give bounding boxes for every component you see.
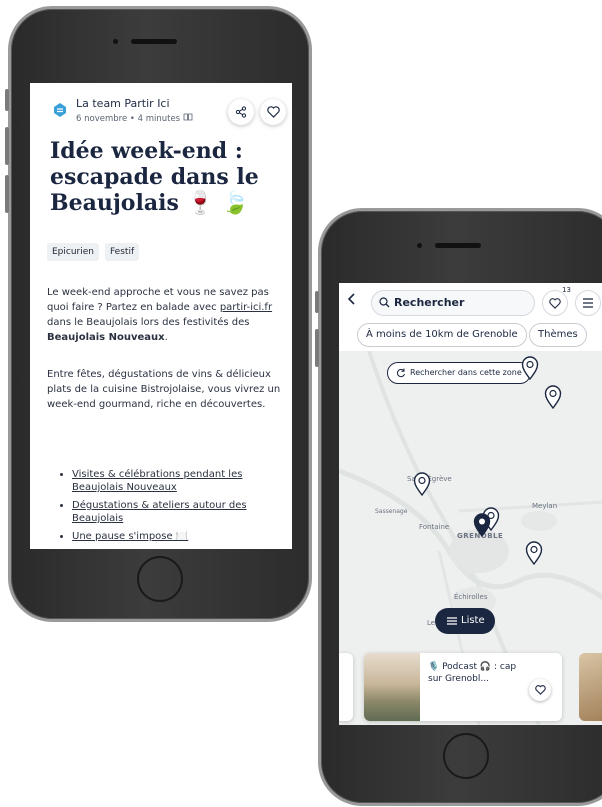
volume-down-button — [5, 175, 9, 213]
mute-switch — [315, 291, 319, 313]
card-thumbnail — [364, 653, 420, 721]
share-icon — [235, 106, 247, 118]
map-label-echirolles: Échirolles — [454, 593, 488, 601]
mute-switch — [5, 89, 9, 111]
article-date-readtime: 6 novembre • 4 minutes — [76, 114, 181, 124]
front-camera — [417, 243, 422, 248]
tag-list: Epicurien Festif — [47, 243, 140, 261]
menu-button[interactable] — [575, 290, 601, 316]
search-icon — [379, 297, 390, 308]
earpiece-speaker — [435, 243, 481, 248]
intro-text: dans le Beaujolais lors des festivités d… — [47, 317, 250, 328]
search-this-area-label: Rechercher dans cette zone — [410, 368, 522, 377]
back-button[interactable] — [347, 293, 357, 309]
tag-chip[interactable]: Festif — [105, 243, 140, 261]
map-label-sassenage: Sassenage — [375, 508, 408, 515]
phone-frame-map: Rechercher 13 À moins de 10km de Grenobl… — [315, 208, 602, 806]
map-pin-icon[interactable] — [525, 541, 543, 565]
map-label-le: Le — [427, 619, 436, 627]
favorites-count-badge: 13 — [562, 286, 571, 294]
list-view-label: Liste — [461, 615, 485, 626]
phone-frame-article: La team Partir Ici 6 novembre • 4 minute… — [5, 6, 312, 622]
tag-chip[interactable]: Epicurien — [47, 243, 99, 261]
search-this-area-button[interactable]: Rechercher dans cette zone — [387, 362, 531, 384]
refresh-icon — [396, 368, 405, 378]
search-input[interactable]: Rechercher — [371, 290, 535, 316]
home-button[interactable] — [137, 556, 183, 602]
volume-up-button — [5, 127, 9, 165]
map-pin-icon[interactable] — [544, 385, 562, 409]
result-card[interactable]: 🎙️ Podcast 🎧 : cap sur Grenobl... — [364, 653, 562, 721]
beaujolais-nouveaux-bold: Beaujolais Nouveaux — [47, 332, 165, 343]
map-view[interactable]: Rechercher dans cette zone Saint-Égrève … — [339, 351, 602, 725]
heart-icon — [549, 297, 561, 309]
home-button[interactable] — [443, 733, 489, 779]
highlight-link[interactable]: Une pause s'impose 🍽️ — [72, 530, 282, 543]
highlights-list: Visites & célébrations pendant les Beauj… — [60, 468, 282, 548]
map-label-fontaine: Fontaine — [419, 523, 450, 531]
highlight-link[interactable]: Dégustations & ateliers autour des Beauj… — [72, 499, 282, 525]
back-chevron-icon — [347, 293, 355, 305]
article-meta: 6 novembre • 4 minutes — [76, 113, 193, 124]
book-icon — [183, 113, 193, 121]
menu-icon — [583, 298, 593, 308]
map-pin-icon[interactable] — [413, 472, 431, 496]
selected-map-pin-icon[interactable] — [473, 513, 491, 537]
front-camera — [113, 39, 118, 44]
search-placeholder: Rechercher — [394, 296, 465, 309]
partir-ici-logo-icon — [54, 103, 66, 117]
map-pin-icon[interactable] — [521, 356, 539, 380]
card-title: 🎙️ Podcast 🎧 : cap sur Grenobl... — [428, 662, 517, 684]
map-screen: Rechercher 13 À moins de 10km de Grenobl… — [339, 283, 602, 725]
share-button[interactable] — [228, 99, 254, 125]
previous-card-peek[interactable] — [339, 653, 353, 721]
themes-filter-chip[interactable]: Thèmes — [529, 323, 587, 347]
article-screen: La team Partir Ici 6 novembre • 4 minute… — [30, 83, 292, 549]
partir-ici-link[interactable]: partir-ici.fr — [220, 302, 272, 313]
list-icon — [447, 617, 457, 625]
author-name[interactable]: La team Partir Ici — [76, 97, 170, 110]
heart-icon — [534, 685, 546, 695]
map-label-meylan: Meylan — [532, 502, 558, 510]
top-bar: Rechercher 13 À moins de 10km de Grenobl… — [339, 283, 602, 351]
heart-icon — [266, 106, 280, 118]
distance-filter-chip[interactable]: À moins de 10km de Grenoble — [357, 323, 527, 347]
list-view-button[interactable]: Liste — [435, 608, 495, 634]
author-row: La team Partir Ici 6 novembre • 4 minute… — [52, 95, 286, 135]
next-card-peek[interactable] — [579, 653, 602, 721]
volume-up-button — [315, 329, 319, 367]
article-title: Idée week-end : escapade dans le Beaujol… — [50, 138, 259, 216]
card-favorite-button[interactable] — [529, 679, 551, 701]
body-paragraph: Entre fêtes, dégustations de vins & déli… — [47, 369, 281, 410]
intro-paragraph: Le week-end approche et vous ne savez pa… — [47, 285, 285, 345]
intro-text: . — [164, 332, 168, 343]
highlight-link[interactable]: Visites & célébrations pendant les Beauj… — [72, 468, 282, 494]
favorite-button[interactable] — [260, 99, 286, 125]
earpiece-speaker — [131, 39, 177, 44]
